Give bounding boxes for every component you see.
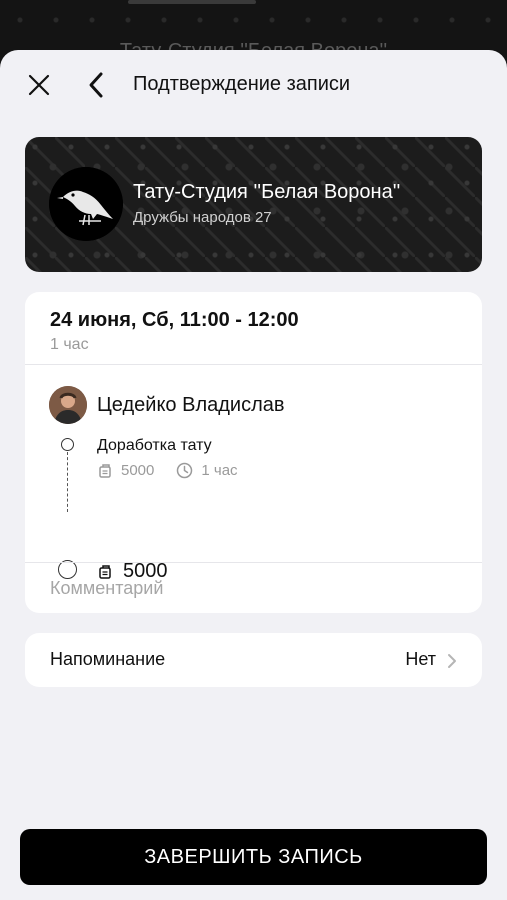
complete-booking-button[interactable]: ЗАВЕРШИТЬ ЗАПИСЬ bbox=[20, 829, 487, 885]
timeline-dot bbox=[61, 438, 74, 451]
chevron-left-icon bbox=[89, 72, 103, 98]
back-button[interactable] bbox=[84, 70, 110, 100]
studio-name: Тату-Студия ''Белая Ворона'' bbox=[133, 181, 401, 203]
service-meta: 5000 1 час bbox=[97, 462, 238, 479]
clock-icon bbox=[176, 462, 193, 479]
header: Подтверждение записи bbox=[0, 50, 507, 120]
close-button[interactable] bbox=[24, 70, 54, 100]
service-name: Доработка тату bbox=[97, 437, 212, 454]
studio-address: Дружбы народов 27 bbox=[133, 209, 272, 226]
reminder-label: Напоминание bbox=[50, 649, 166, 669]
master-photo bbox=[49, 386, 87, 424]
confirmation-sheet: Подтверждение записи Тату-Студия ''Белая… bbox=[0, 50, 507, 900]
appointment-duration: 1 час bbox=[50, 336, 89, 353]
price-tag-icon bbox=[97, 463, 113, 479]
backdrop-handle bbox=[128, 0, 256, 4]
studio-logo bbox=[49, 167, 123, 241]
service-price: 5000 bbox=[121, 462, 155, 479]
divider bbox=[25, 562, 482, 563]
appointment-details-card: 24 июня, Сб, 11:00 - 12:00 1 час Цедейко… bbox=[25, 292, 482, 613]
divider bbox=[25, 364, 482, 365]
timeline-line bbox=[67, 452, 68, 512]
reminder-row[interactable]: Напоминание Нет bbox=[25, 633, 482, 687]
crow-logo-icon bbox=[49, 167, 123, 241]
appointment-date-time: 24 июня, Сб, 11:00 - 12:00 bbox=[50, 309, 299, 331]
comment-input[interactable] bbox=[50, 576, 460, 600]
close-icon bbox=[28, 74, 50, 96]
reminder-value: Нет bbox=[405, 649, 436, 669]
page-title: Подтверждение записи bbox=[133, 73, 351, 95]
chevron-right-icon bbox=[448, 654, 456, 668]
avatar bbox=[49, 386, 87, 424]
master-name: Цедейко Владислав bbox=[97, 394, 285, 416]
service-duration: 1 час bbox=[201, 462, 238, 479]
studio-card[interactable]: Тату-Студия ''Белая Ворона'' Дружбы наро… bbox=[25, 137, 482, 272]
